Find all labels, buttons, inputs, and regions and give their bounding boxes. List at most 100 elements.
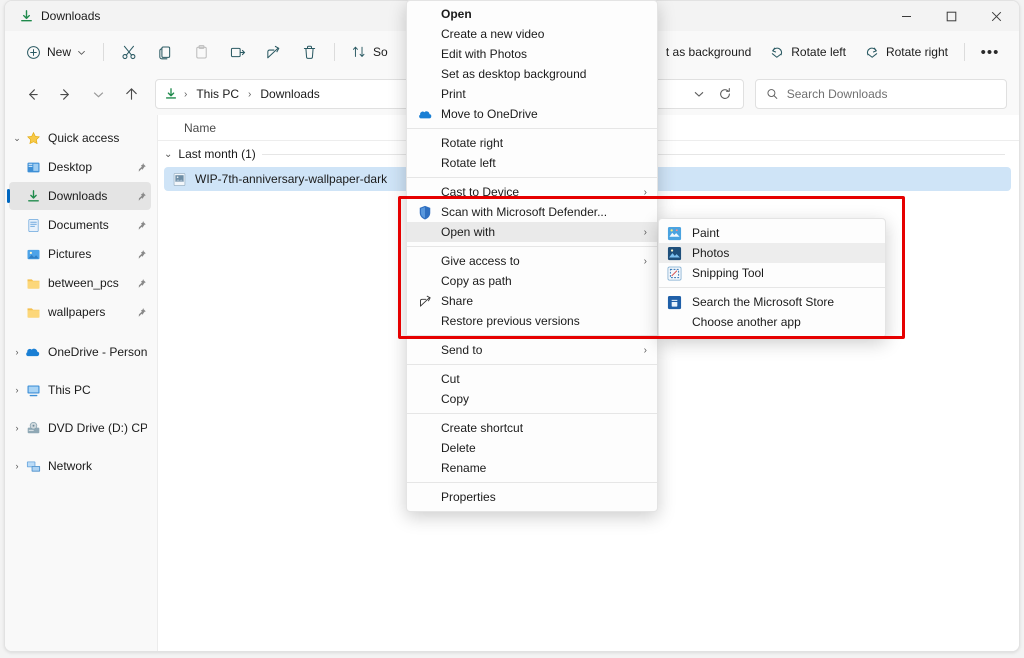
chevron-right-icon[interactable]: › xyxy=(9,385,25,395)
maximize-button[interactable] xyxy=(929,1,974,31)
sidebar-item-desktop[interactable]: Desktop xyxy=(9,153,151,181)
pin-icon[interactable] xyxy=(136,307,147,318)
menu-item-rotate-left[interactable]: Rotate left xyxy=(407,153,657,173)
menu-item-move-to-onedrive[interactable]: Move to OneDrive xyxy=(407,104,657,124)
menu-item-edit-with-photos[interactable]: Edit with Photos xyxy=(407,44,657,64)
menu-item-rotate-right[interactable]: Rotate right xyxy=(407,133,657,153)
new-button[interactable]: New xyxy=(17,37,95,67)
breadcrumb-this-pc[interactable]: This PC xyxy=(190,84,245,104)
column-header-name[interactable]: Name xyxy=(162,121,408,135)
sidebar-item-quick-access[interactable]: ⌄ Quick access xyxy=(9,124,151,152)
chevron-down-icon xyxy=(694,91,704,97)
file-name-cell[interactable]: WIP-7th-anniversary-wallpaper-dark xyxy=(164,172,404,187)
menu-item-delete[interactable]: Delete xyxy=(407,438,657,458)
sidebar-item-label: Desktop xyxy=(48,160,93,174)
copy-button[interactable] xyxy=(148,37,182,67)
search-input[interactable] xyxy=(786,87,996,101)
breadcrumb-downloads[interactable]: Downloads xyxy=(254,84,325,104)
pin-icon[interactable] xyxy=(136,249,147,260)
submenu-item-search-the-microsoft-store[interactable]: Search the Microsoft Store xyxy=(659,292,885,312)
search-box[interactable] xyxy=(755,79,1007,109)
set-as-background-label: t as background xyxy=(665,45,752,59)
sidebar-item-between-pcs[interactable]: between_pcs xyxy=(9,269,151,297)
menu-item-label: Open xyxy=(441,7,472,21)
sidebar-item-wallpapers[interactable]: wallpapers xyxy=(9,298,151,326)
sidebar-item-onedrive[interactable]: › OneDrive - Personal xyxy=(9,338,151,366)
sidebar-item-this-pc[interactable]: › This PC xyxy=(9,376,151,404)
chevron-right-icon[interactable]: › xyxy=(9,423,25,433)
menu-item-set-as-desktop-background[interactable]: Set as desktop background xyxy=(407,64,657,84)
chevron-down-icon[interactable]: ⌄ xyxy=(9,133,25,144)
sidebar-item-documents[interactable]: Documents xyxy=(9,211,151,239)
menu-item-label: Set as desktop background xyxy=(441,67,587,81)
chevron-right-icon: › xyxy=(643,255,647,267)
submenu-item-choose-another-app[interactable]: Choose another app xyxy=(659,312,885,332)
scissors-icon xyxy=(121,45,135,59)
sidebar-item-network[interactable]: › Network xyxy=(9,452,151,480)
documents-icon xyxy=(25,217,41,233)
menu-item-scan-with-microsoft-defender[interactable]: Scan with Microsoft Defender... xyxy=(407,202,657,222)
menu-item-label: Move to OneDrive xyxy=(441,107,538,121)
menu-item-copy[interactable]: Copy xyxy=(407,389,657,409)
folder-icon xyxy=(25,304,41,320)
downloads-icon xyxy=(25,188,41,204)
close-icon xyxy=(991,11,1002,21)
close-button[interactable] xyxy=(974,1,1019,31)
menu-divider xyxy=(407,246,657,247)
menu-item-label: Scan with Microsoft Defender... xyxy=(441,205,608,219)
menu-item-cast-to-device[interactable]: Cast to Device › xyxy=(407,182,657,202)
sort-button[interactable]: So xyxy=(343,37,396,67)
minimize-button[interactable] xyxy=(884,1,929,31)
sidebar-item-pictures[interactable]: Pictures xyxy=(9,240,151,268)
menu-item-print[interactable]: Print xyxy=(407,84,657,104)
chevron-down-icon[interactable]: ⌄ xyxy=(164,149,172,160)
set-as-background-button[interactable]: t as background xyxy=(658,37,759,67)
menu-item-send-to[interactable]: Send to › xyxy=(407,340,657,360)
rename-button[interactable] xyxy=(220,37,254,67)
paste-button[interactable] xyxy=(184,37,218,67)
tab-downloads[interactable]: Downloads xyxy=(19,2,100,30)
sidebar-item-label: OneDrive - Personal xyxy=(48,345,147,359)
pin-icon[interactable] xyxy=(136,278,147,289)
menu-item-create-shortcut[interactable]: Create shortcut xyxy=(407,418,657,438)
menu-item-copy-as-path[interactable]: Copy as path xyxy=(407,271,657,291)
menu-item-rename[interactable]: Rename xyxy=(407,458,657,478)
menu-item-restore-previous-versions[interactable]: Restore previous versions xyxy=(407,311,657,331)
pin-icon[interactable] xyxy=(136,220,147,231)
menu-item-open-with[interactable]: Open with › xyxy=(407,222,657,242)
submenu-item-photos[interactable]: Photos xyxy=(659,243,885,263)
submenu-divider xyxy=(659,287,885,288)
delete-button[interactable] xyxy=(292,37,326,67)
menu-item-cut[interactable]: Cut xyxy=(407,369,657,389)
menu-item-properties[interactable]: Properties xyxy=(407,487,657,507)
more-options-button[interactable]: ••• xyxy=(973,37,1007,67)
address-dropdown-button[interactable] xyxy=(687,82,711,106)
recent-locations-button[interactable] xyxy=(83,79,113,109)
menu-item-label: Properties xyxy=(441,490,496,504)
menu-item-label: Print xyxy=(441,87,466,101)
menu-item-give-access-to[interactable]: Give access to › xyxy=(407,251,657,271)
pin-icon[interactable] xyxy=(136,191,147,202)
cut-button[interactable] xyxy=(112,37,146,67)
chevron-right-icon[interactable]: › xyxy=(9,461,25,471)
back-button[interactable] xyxy=(17,79,47,109)
up-button[interactable] xyxy=(116,79,146,109)
toolbar-divider-2 xyxy=(334,43,336,61)
menu-item-create-a-new-video[interactable]: Create a new video xyxy=(407,24,657,44)
submenu-item-paint[interactable]: Paint xyxy=(659,223,885,243)
share-button[interactable] xyxy=(256,37,290,67)
menu-item-share[interactable]: Share xyxy=(407,291,657,311)
forward-button[interactable] xyxy=(50,79,80,109)
share-icon xyxy=(266,45,279,58)
sidebar-item-dvd-drive[interactable]: › DVD Drive (D:) CPRA xyxy=(9,414,151,442)
chevron-right-icon[interactable]: › xyxy=(9,347,25,357)
submenu-item-snipping-tool[interactable]: Snipping Tool xyxy=(659,263,885,283)
rotate-left-button[interactable]: Rotate left xyxy=(761,37,854,67)
rotate-right-button[interactable]: Rotate right xyxy=(856,37,956,67)
refresh-button[interactable] xyxy=(713,82,737,106)
onedrive-icon xyxy=(415,107,435,122)
pin-icon[interactable] xyxy=(136,162,147,173)
file-explorer-screenshot: Downloads New So t as background Rotate … xyxy=(0,0,1024,658)
sidebar-item-downloads[interactable]: Downloads xyxy=(7,182,151,210)
menu-item-open[interactable]: Open xyxy=(407,4,657,24)
